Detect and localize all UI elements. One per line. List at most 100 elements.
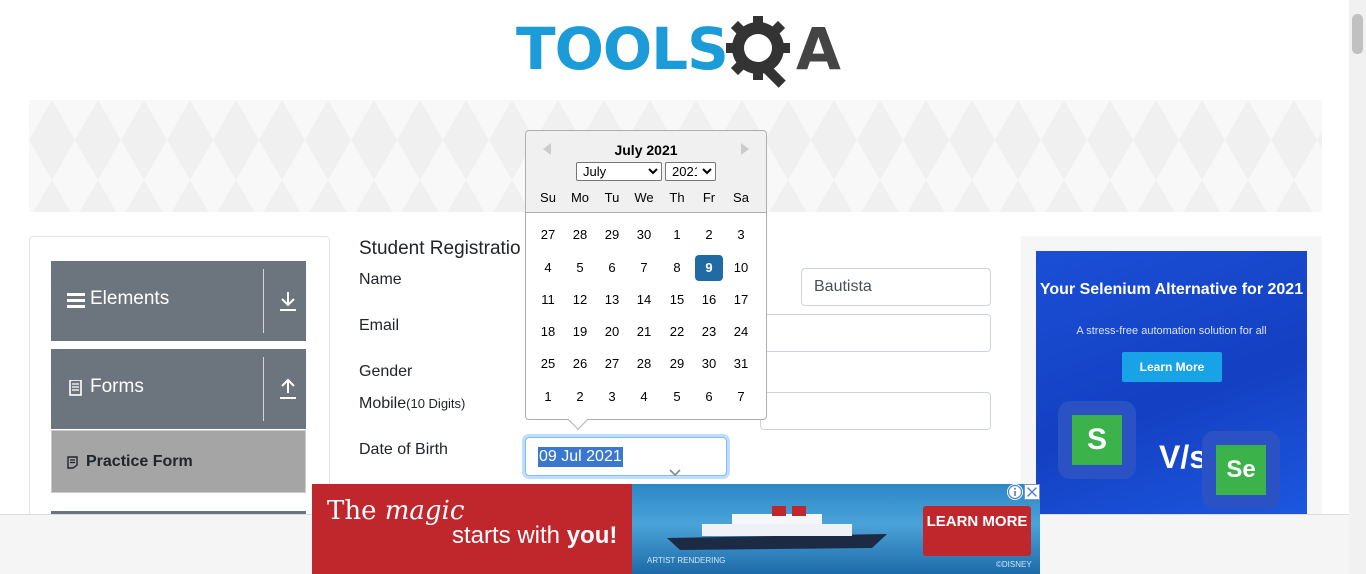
day-cell[interactable]: 6 (598, 255, 626, 281)
day-cell[interactable]: 7 (727, 384, 755, 410)
day-cell[interactable]: 5 (663, 384, 691, 410)
next-month-icon[interactable] (738, 141, 752, 157)
ad-line-2b: you! (566, 522, 618, 549)
day-cell[interactable]: 11 (534, 287, 562, 313)
ad-brand: ©DISNEY (996, 560, 1032, 569)
weekday-label: Mo (570, 190, 590, 205)
day-cell[interactable]: 23 (695, 319, 723, 345)
product-logo: S (1072, 415, 1122, 465)
upload-arrow-icon[interactable] (278, 377, 298, 401)
selenium-tile: Se (1202, 431, 1280, 509)
divider (263, 357, 264, 421)
day-cell[interactable]: 18 (534, 319, 562, 345)
month-select[interactable]: July (576, 162, 662, 181)
sidebar-item-practice-form[interactable]: Practice Form (51, 430, 306, 493)
email-label: Email (359, 317, 400, 334)
day-cell[interactable]: 13 (598, 287, 626, 313)
day-cell[interactable]: 19 (566, 319, 594, 345)
day-cell[interactable]: 28 (630, 351, 658, 377)
ad-subtitle: A stress-free automation solution for al… (1076, 325, 1267, 337)
right-ad[interactable]: Your Selenium Alternative for 2021 A str… (1036, 251, 1307, 514)
day-cell[interactable]: 17 (727, 287, 755, 313)
day-cell[interactable]: 5 (566, 255, 594, 281)
dob-value: 09 Jul 2021 (538, 447, 623, 467)
document-icon (69, 380, 82, 396)
gender-label: Gender (359, 363, 413, 380)
weekday-label: Th (669, 190, 685, 205)
day-cell[interactable]: 27 (598, 351, 626, 377)
info-icon[interactable] (1007, 484, 1023, 500)
ad-line-1a: The (327, 496, 385, 526)
day-cell[interactable]: 4 (534, 255, 562, 281)
day-cell[interactable]: 4 (630, 384, 658, 410)
toolsqa-logo[interactable]: TOOLS A (516, 14, 841, 92)
ad-line-1: The magic (327, 496, 464, 526)
datepicker-month-title: July 2021 (614, 142, 678, 158)
day-cell[interactable]: 16 (695, 287, 723, 313)
ad-left-panel: The magic starts with you! (312, 484, 632, 574)
day-cell[interactable]: 2 (695, 222, 723, 248)
sidebar-group-forms[interactable]: Forms (51, 349, 306, 429)
day-cell[interactable]: 31 (727, 351, 755, 377)
day-cell[interactable]: 29 (663, 351, 691, 377)
last-name-input[interactable]: Bautista (801, 268, 991, 306)
day-cell[interactable]: 25 (534, 351, 562, 377)
sidebar-group-label: Elements (90, 288, 170, 309)
day-cell[interactable]: 28 (566, 222, 594, 248)
ad-rendering-note: ARTIST RENDERING (647, 556, 726, 565)
day-cell[interactable]: 1 (663, 222, 691, 248)
day-cell[interactable]: 2 (566, 384, 594, 410)
day-cell[interactable]: 7 (630, 255, 658, 281)
gear-magnifier-icon (726, 16, 790, 88)
weekday-label: Su (540, 190, 556, 205)
day-cell[interactable]: 3 (727, 222, 755, 248)
learn-more-button[interactable]: Learn More (1122, 352, 1222, 382)
sidebar-group-label: Forms (90, 376, 144, 397)
scrollbar-thumb[interactable] (1352, 14, 1363, 54)
chevron-down-icon (669, 469, 681, 477)
bottom-ad[interactable]: The magic starts with you! ARTIST RENDER… (312, 484, 1040, 574)
day-cell[interactable]: 15 (663, 287, 691, 313)
mobile-input[interactable] (760, 392, 991, 430)
page: TOOLS A rm Elements (0, 0, 1366, 574)
day-cell[interactable]: 8 (663, 255, 691, 281)
logo-suffix: A (796, 15, 841, 83)
year-select[interactable]: 2021 (665, 162, 716, 181)
day-cell[interactable]: 6 (695, 384, 723, 410)
day-cell[interactable]: 3 (598, 384, 626, 410)
day-cell[interactable]: 26 (566, 351, 594, 377)
day-cell[interactable]: 29 (598, 222, 626, 248)
product-tile: S (1058, 401, 1136, 479)
close-icon[interactable] (1024, 484, 1040, 500)
day-cell[interactable]: 9 (695, 255, 723, 281)
hamburger-icon (67, 293, 85, 308)
weekday-label: Tu (604, 190, 620, 205)
day-cell[interactable]: 12 (566, 287, 594, 313)
weekday-label: Sa (733, 190, 749, 205)
day-cell[interactable]: 21 (630, 319, 658, 345)
day-cell[interactable]: 24 (727, 319, 755, 345)
sidebar-group-elements[interactable]: Elements (51, 261, 306, 341)
ad-line-2: starts with you! (452, 522, 617, 550)
logo-text: TOOLS (516, 15, 729, 83)
day-cell[interactable]: 30 (630, 222, 658, 248)
date-of-birth-input[interactable]: 09 Jul 2021 (525, 437, 727, 477)
day-cell[interactable]: 20 (598, 319, 626, 345)
day-cell[interactable]: 10 (727, 255, 755, 281)
ad-title: Your Selenium Alternative for 2021 (1039, 281, 1304, 298)
ad-line-2a: starts with (452, 522, 567, 549)
sidebar: Elements Forms Practice Form (29, 236, 330, 531)
day-cell[interactable]: 1 (534, 384, 562, 410)
weekday-label: Fr (702, 190, 716, 205)
sidebar-item-label: Practice Form (86, 453, 193, 470)
day-cell[interactable]: 22 (663, 319, 691, 345)
datepicker-arrow (568, 410, 588, 430)
page-scrollbar[interactable] (1349, 0, 1366, 574)
day-cell[interactable]: 14 (630, 287, 658, 313)
learn-more-button[interactable]: LEARN MORE (923, 506, 1031, 556)
email-input[interactable] (760, 314, 991, 352)
day-cell[interactable]: 27 (534, 222, 562, 248)
download-arrow-icon[interactable] (278, 289, 298, 313)
day-cell[interactable]: 30 (695, 351, 723, 377)
name-label: Name (359, 271, 402, 288)
